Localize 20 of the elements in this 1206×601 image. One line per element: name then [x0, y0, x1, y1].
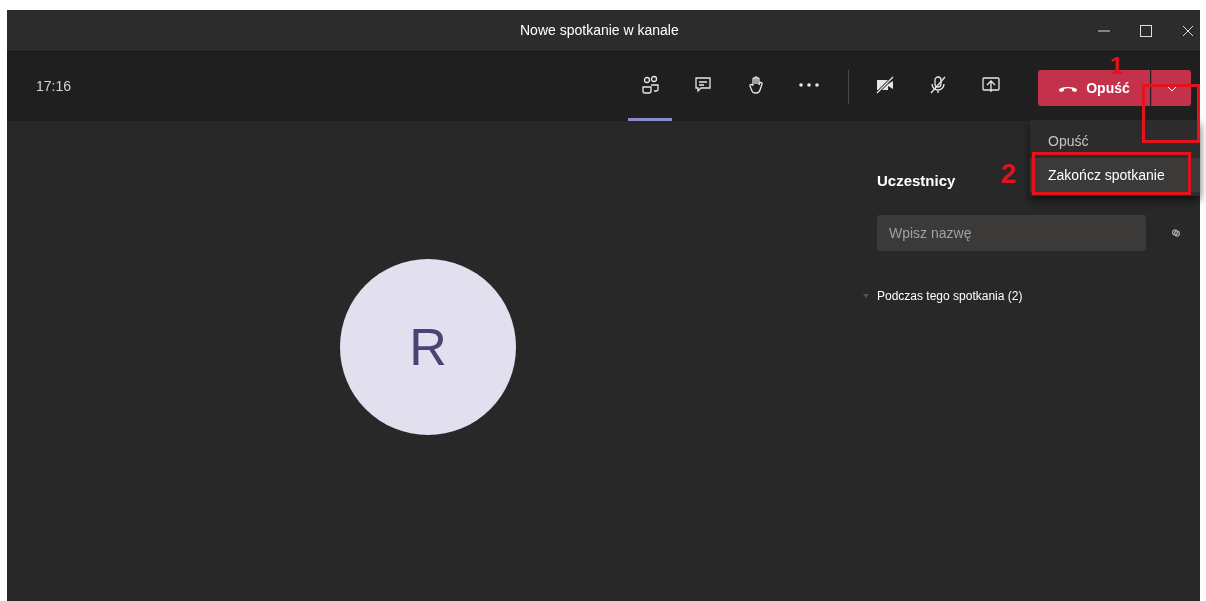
raise-hand-icon — [746, 75, 766, 95]
avatar: R — [340, 259, 516, 435]
mic-off-icon — [928, 75, 948, 95]
maximize-icon[interactable] — [1138, 22, 1154, 39]
panel-title: Uczestnicy — [877, 171, 956, 191]
section-header[interactable]: Podczas tego spotkania (2) — [877, 286, 1023, 305]
leave-button[interactable]: Opuść — [1038, 70, 1150, 106]
people-icon — [640, 75, 660, 95]
chevron-down-icon — [1165, 84, 1178, 92]
camera-off-icon — [875, 75, 895, 95]
search-field[interactable]: Wpisz nazwę — [877, 214, 1146, 251]
menu-item[interactable]: Opuść — [1030, 124, 1200, 158]
share-screen-icon — [981, 75, 1001, 95]
window-title: Nowe spotkanie w kanale — [520, 21, 679, 40]
annotation-frame — [1142, 84, 1200, 143]
menu-item[interactable]: Zakończ spotkanie — [1030, 158, 1200, 192]
chat-icon — [693, 75, 713, 95]
more-icon — [799, 83, 819, 87]
annotation-number: 2 — [1001, 160, 1017, 188]
meeting-time: 17:16 — [36, 77, 72, 96]
